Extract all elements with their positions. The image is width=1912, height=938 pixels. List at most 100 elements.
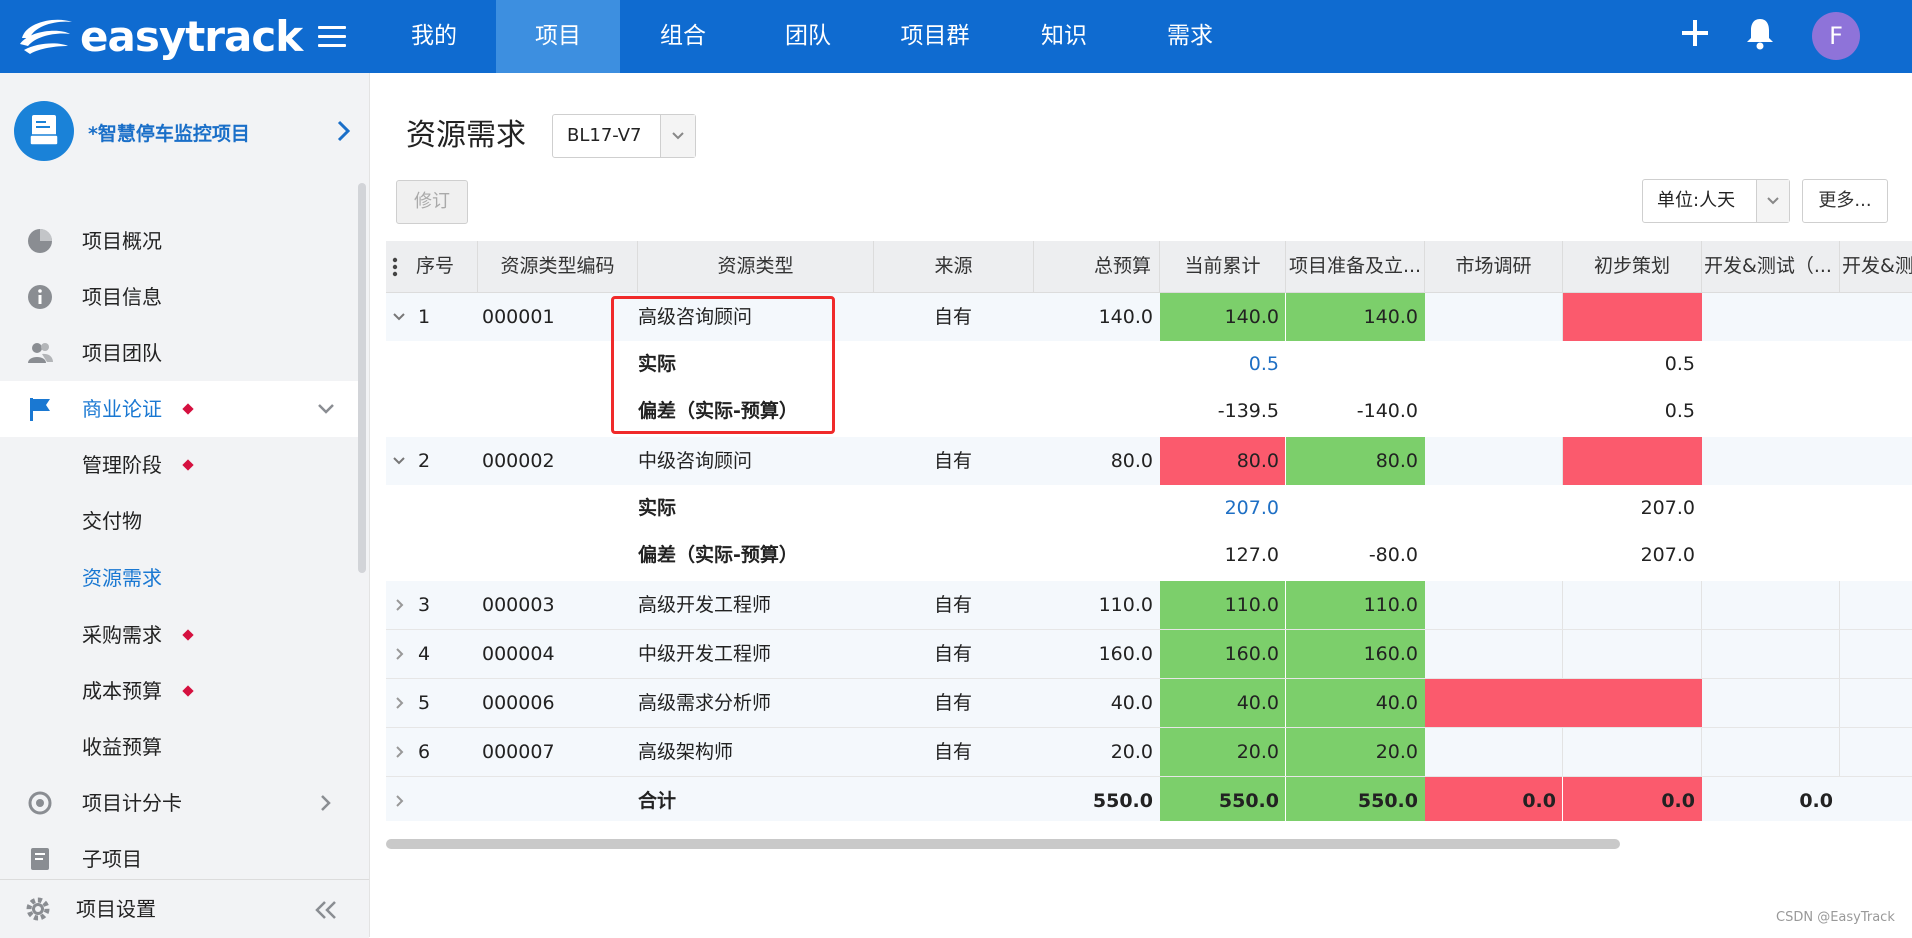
col-header-dev[interactable]: 开发&测试（...: [1702, 241, 1840, 292]
cell-code: 000004: [482, 643, 555, 665]
sidebar-item-stages[interactable]: 管理阶段: [0, 437, 358, 493]
sidebar-item-team[interactable]: 项目团队: [0, 325, 358, 381]
sidebar-item-overview[interactable]: 项目概况: [0, 213, 358, 269]
nav-item-requirements[interactable]: 需求: [1128, 0, 1252, 73]
chevron-down-icon[interactable]: [392, 311, 406, 323]
sidebar-item-scorecard[interactable]: 项目计分卡: [0, 775, 358, 831]
table-header: 序号 资源类型编码 资源类型 来源 总预算 当前累计 项目准备及立... 市场调…: [386, 241, 1912, 293]
sidebar-item-label: 管理阶段: [82, 453, 162, 477]
chevron-right-icon[interactable]: [336, 119, 352, 143]
cell-plan: [1563, 437, 1702, 485]
table-row[interactable]: 3 000003 高级开发工程师 自有 110.0 110.0 110.0: [386, 581, 1912, 630]
hamburger-menu-icon[interactable]: [318, 26, 346, 48]
cell-current: 550.0: [1160, 777, 1286, 821]
nav-item-project[interactable]: 项目: [496, 0, 620, 73]
cell-prep: 550.0: [1286, 777, 1425, 821]
project-name: *智慧停车监控项目: [88, 123, 250, 145]
subproject-book-icon: [31, 848, 49, 870]
table-total-row[interactable]: 合计 550.0 550.0 550.0 0.0 0.0 0.0: [386, 777, 1912, 821]
sidebar-item-business-case[interactable]: 商业论证: [0, 381, 358, 437]
version-select[interactable]: BL17-V7: [552, 114, 696, 158]
cell-diff-current: 127.0: [1224, 544, 1279, 566]
cell-actual-current: 207.0: [1224, 497, 1279, 519]
sidebar-item-revenue-budget[interactable]: 收益预算: [0, 719, 358, 775]
target-icon: [28, 791, 52, 815]
col-header-no[interactable]: 序号: [404, 241, 478, 292]
table-row-diff: 偏差（实际-预算） 127.0 -80.0 207.0: [386, 531, 1912, 579]
required-marker-icon: [182, 403, 194, 415]
sidebar-item-label: 交付物: [82, 509, 142, 533]
nav-item-mine[interactable]: 我的: [372, 0, 496, 73]
chevron-right-icon[interactable]: [394, 598, 406, 612]
horizontal-scrollbar[interactable]: [386, 839, 1620, 849]
chevron-down-icon[interactable]: [316, 399, 336, 419]
cell-diff-label: 偏差（实际-预算）: [638, 544, 798, 566]
col-header-plan[interactable]: 初步策划: [1563, 241, 1702, 292]
sidebar-scrollbar[interactable]: [358, 183, 366, 573]
cell-type: 高级架构师: [638, 741, 734, 763]
nav-item-program[interactable]: 项目群: [870, 0, 1000, 73]
cell-source: 自有: [934, 306, 973, 328]
cell-type: 中级咨询顾问: [638, 450, 753, 472]
user-avatar[interactable]: F: [1812, 12, 1860, 60]
cell-no: 6: [418, 741, 431, 763]
sidebar-item-procurement[interactable]: 采购需求: [0, 607, 358, 663]
cell-plan: [1563, 679, 1702, 727]
easytrack-logo[interactable]: easytrack: [16, 11, 303, 61]
col-header-current[interactable]: 当前累计: [1160, 241, 1286, 292]
col-header-type[interactable]: 资源类型: [638, 241, 874, 292]
sidebar-item-info[interactable]: 项目信息: [0, 269, 358, 325]
project-header[interactable]: *智慧停车监控项目: [0, 73, 369, 191]
revise-button[interactable]: 修订: [396, 180, 468, 224]
cell-total: 20.0: [1110, 741, 1153, 763]
sidebar-item-deliverables[interactable]: 交付物: [0, 493, 358, 549]
chevron-right-icon[interactable]: [394, 794, 406, 808]
chevron-right-icon[interactable]: [316, 793, 336, 813]
chevron-right-icon[interactable]: [394, 696, 406, 710]
chevron-right-icon[interactable]: [394, 647, 406, 661]
collapse-sidebar-icon[interactable]: [314, 899, 338, 921]
sidebar-item-label: 资源需求: [82, 566, 162, 590]
page-title: 资源需求: [406, 118, 526, 153]
cell-market: 0.0: [1425, 777, 1563, 821]
sidebar-settings[interactable]: 项目设置: [0, 879, 369, 938]
cell-prep: 80.0: [1286, 437, 1425, 485]
sidebar-item-label: 项目计分卡: [82, 791, 182, 815]
cell-source: 自有: [934, 594, 973, 616]
chevron-right-icon[interactable]: [394, 745, 406, 759]
cell-prep: 160.0: [1286, 630, 1425, 678]
cell-dev: [1702, 728, 1840, 776]
table-row[interactable]: 6 000007 高级架构师 自有 20.0 20.0 20.0: [386, 728, 1912, 777]
cell-code: 000003: [482, 594, 555, 616]
cell-type: 中级开发工程师: [638, 643, 772, 665]
col-header-prep[interactable]: 项目准备及立...: [1286, 241, 1425, 292]
more-button[interactable]: 更多...: [1802, 179, 1888, 223]
cell-market: [1425, 581, 1563, 629]
table-row[interactable]: 5 000006 高级需求分析师 自有 40.0 40.0 40.0: [386, 679, 1912, 728]
table-row[interactable]: 2 000002 中级咨询顾问 自有 80.0 80.0 80.0: [386, 437, 1912, 485]
sidebar-item-resource-demand[interactable]: 资源需求: [0, 550, 358, 606]
notification-bell-icon[interactable]: [1744, 16, 1776, 50]
nav-item-team[interactable]: 团队: [746, 0, 870, 73]
cell-no: 3: [418, 594, 431, 616]
col-header-market[interactable]: 市场调研: [1425, 241, 1563, 292]
col-header-total[interactable]: 总预算: [1034, 241, 1160, 292]
unit-select[interactable]: 单位:人天: [1642, 179, 1790, 223]
col-header-source[interactable]: 来源: [874, 241, 1034, 292]
table-row[interactable]: 4 000004 中级开发工程师 自有 160.0 160.0 160.0: [386, 630, 1912, 679]
cell-market: [1425, 630, 1563, 678]
logo-text: easytrack: [80, 11, 303, 61]
sidebar-item-label: 项目信息: [82, 285, 162, 309]
col-header-dev2[interactable]: 开发&测: [1840, 241, 1912, 292]
cell-actual-label: 实际: [638, 497, 677, 519]
add-icon[interactable]: [1680, 18, 1710, 48]
nav-item-knowledge[interactable]: 知识: [1000, 0, 1128, 73]
col-header-code[interactable]: 资源类型编码: [478, 241, 638, 292]
cell-no: 4: [418, 643, 431, 665]
cell-dev: [1702, 581, 1840, 629]
chevron-down-icon[interactable]: [392, 455, 406, 467]
nav-item-portfolio[interactable]: 组合: [620, 0, 746, 73]
drag-handle-icon[interactable]: [392, 257, 398, 277]
cell-total: 80.0: [1110, 450, 1153, 472]
sidebar-item-cost-budget[interactable]: 成本预算: [0, 663, 358, 719]
